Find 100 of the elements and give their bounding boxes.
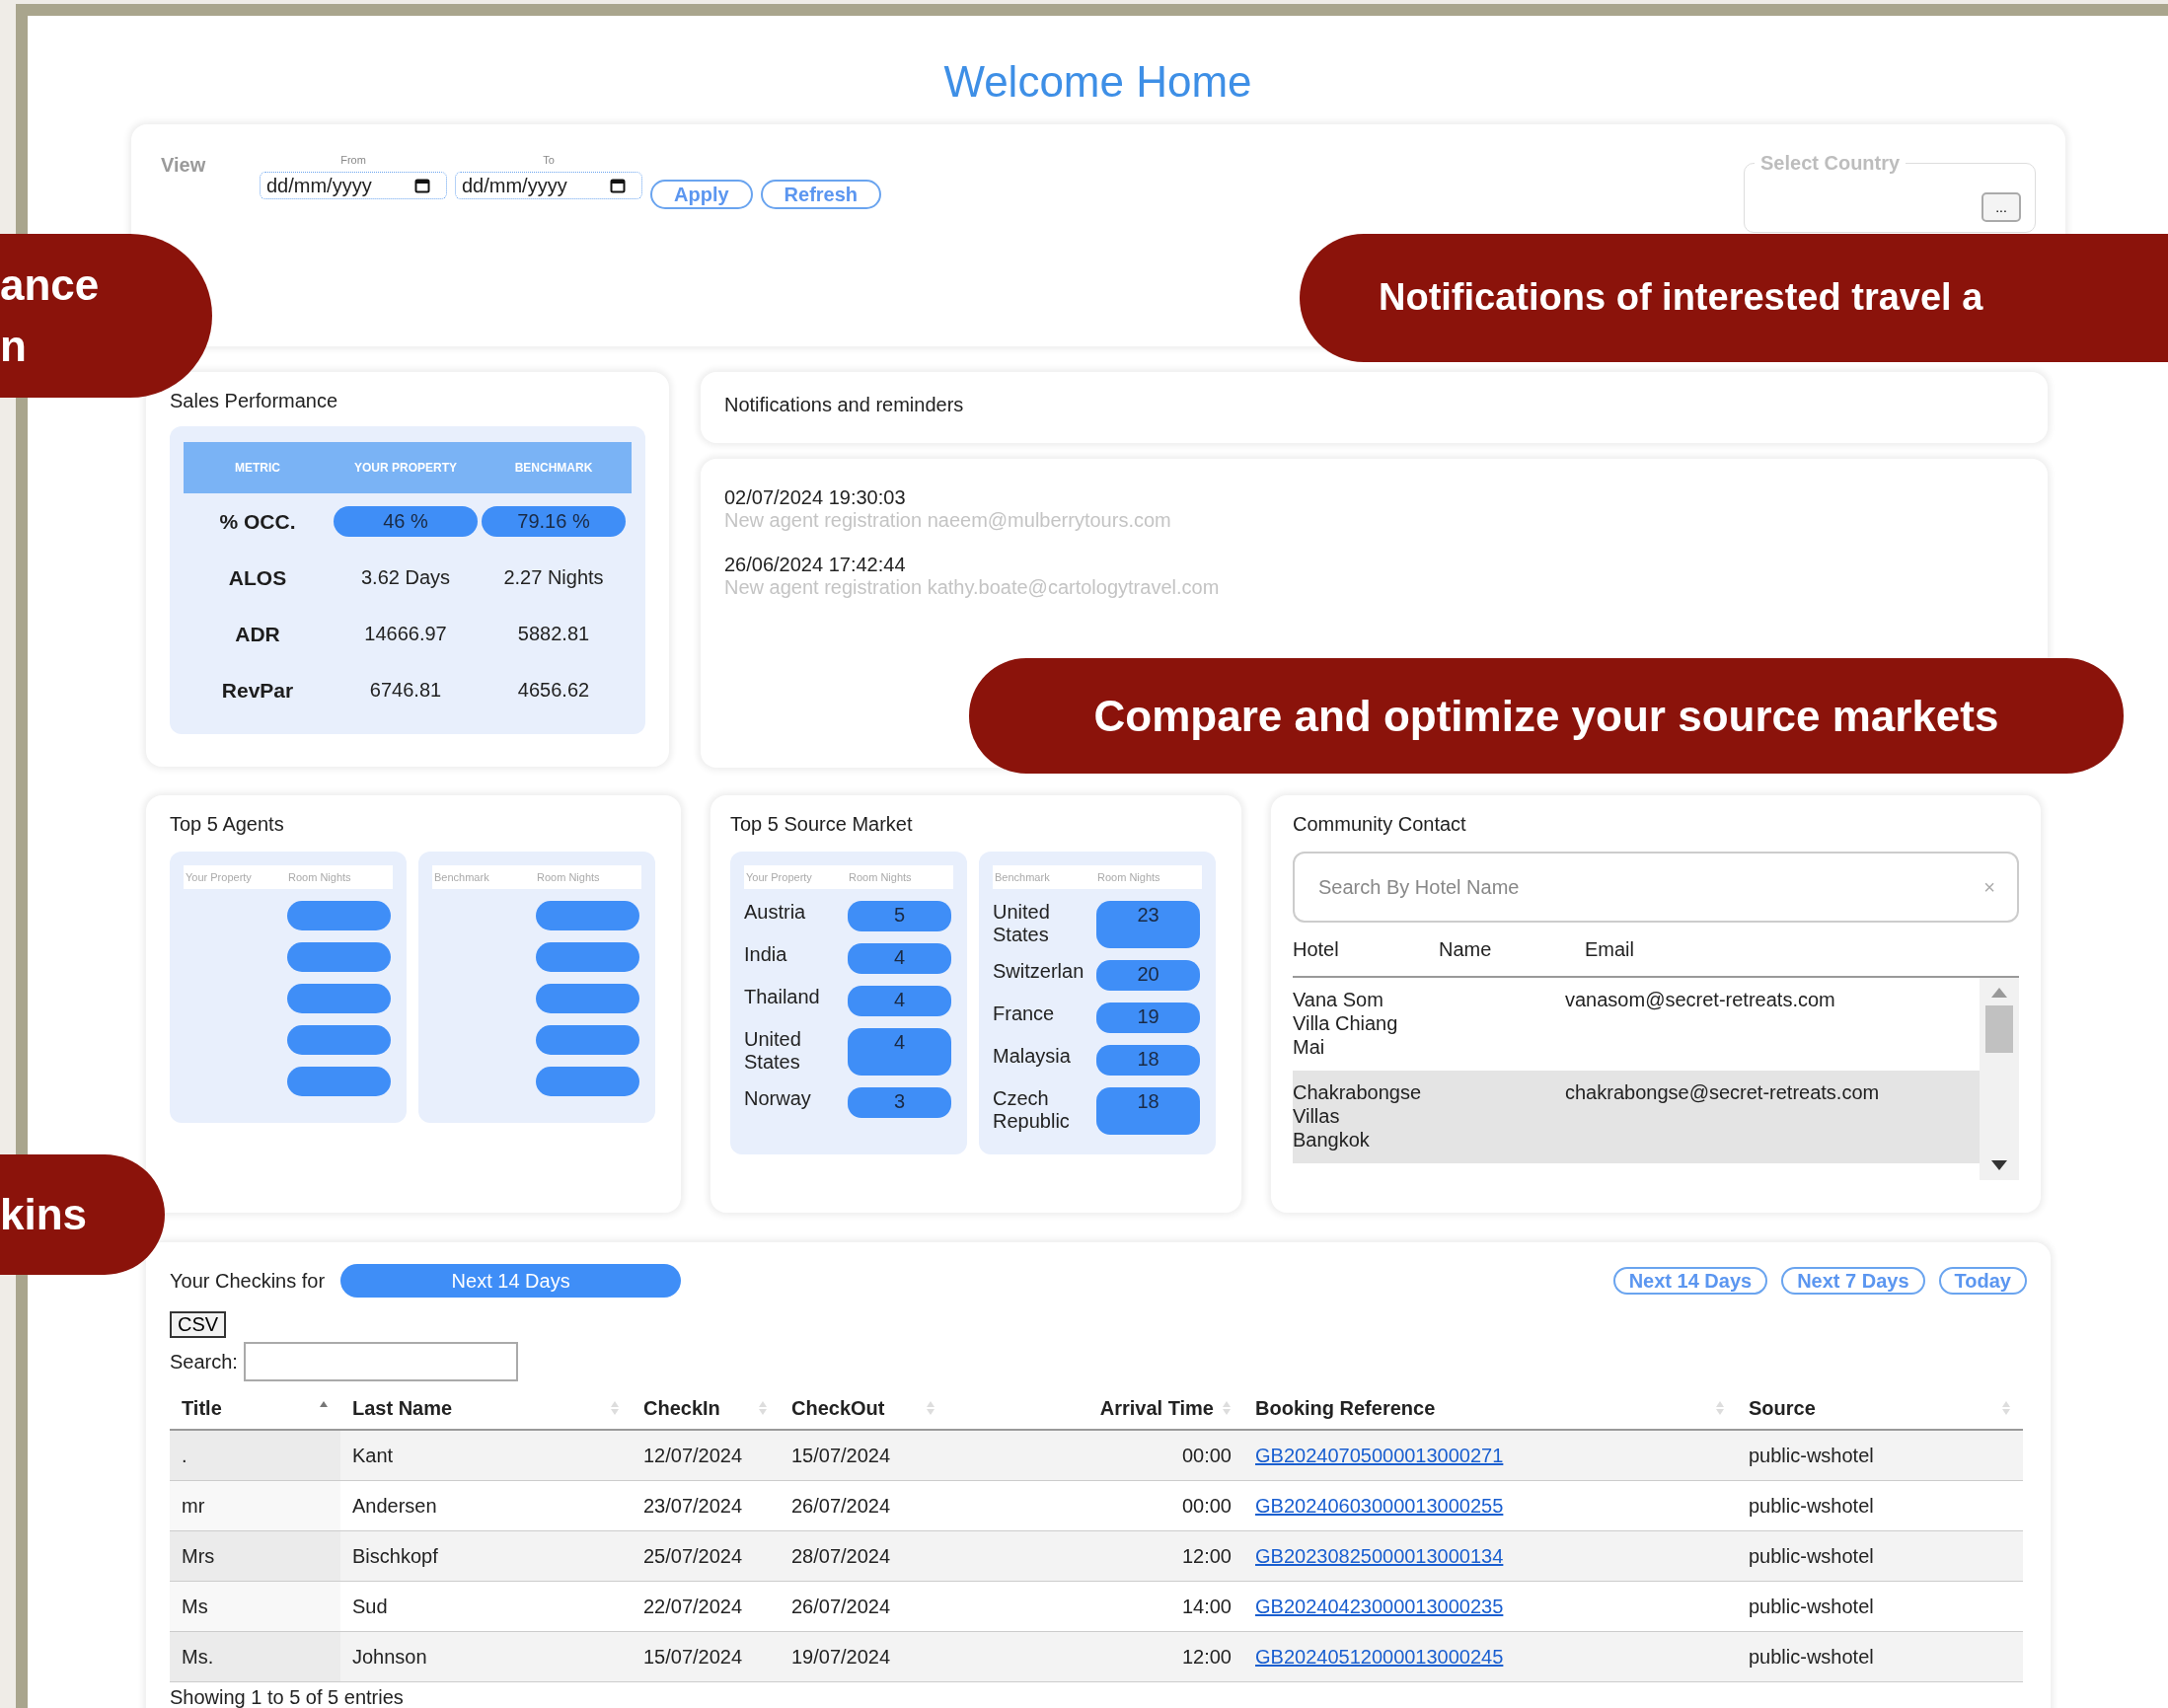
notification-text: New agent registration kathy.boate@cartologytravel.com <box>724 576 1221 599</box>
column-header: Room Nights <box>537 871 601 883</box>
country-name: Austria <box>744 901 807 924</box>
card-title: Community Contact <box>1293 813 1467 836</box>
table-cell: Mrs <box>170 1531 340 1582</box>
room-nights-value: 4 <box>848 986 951 1016</box>
metric-label: RevPar <box>220 678 295 703</box>
table-cell: 19/07/2024 <box>780 1632 947 1682</box>
callout-text: Notifications of interested travel a <box>1378 275 1983 321</box>
search-label: Search: <box>170 1350 238 1374</box>
callout-text: kins <box>0 1189 88 1241</box>
scrollbar[interactable] <box>1980 978 2019 1180</box>
table-cell: 15/07/2024 <box>632 1632 780 1682</box>
table-cell: public-wshotel <box>1737 1431 2023 1481</box>
benchmark-value: 4656.62 <box>516 679 591 702</box>
table-cell: 00:00 <box>947 1431 1243 1481</box>
column-header: Name <box>1439 937 1493 961</box>
metric-label: % OCC. <box>218 509 297 534</box>
period-badge: Next 14 Days <box>340 1264 682 1298</box>
calendar-icon[interactable] <box>414 178 430 193</box>
column-header: Hotel <box>1293 937 1340 961</box>
room-nights-value: 5 <box>848 901 951 931</box>
room-nights-value: 18 <box>1096 1087 1200 1135</box>
column-header: Your Property <box>186 871 253 883</box>
column-header: Room Nights <box>1097 871 1161 883</box>
column-header: Room Nights <box>849 871 913 883</box>
room-nights-value: 23 <box>1096 901 1200 948</box>
country-name: United States <box>744 1028 802 1074</box>
booking-link[interactable]: GB20240423000013000235 <box>1255 1595 1504 1618</box>
csv-button[interactable]: CSV <box>170 1311 227 1338</box>
table-cell: public-wshotel <box>1737 1632 2023 1682</box>
room-nights-value: 18 <box>1096 1045 1200 1076</box>
country-name: Switzerlan <box>993 960 1085 983</box>
country-name: India <box>744 943 788 966</box>
table-cell: 12:00 <box>947 1632 1243 1682</box>
card-title: Top 5 Source Market <box>730 813 914 836</box>
browse-button[interactable]: ... <box>1981 192 2021 222</box>
benchmark-value: 5882.81 <box>516 623 591 645</box>
table-cell: 12:00 <box>947 1531 1243 1582</box>
table-cell: Johnson <box>340 1632 632 1682</box>
metric-label: ALOS <box>227 565 288 590</box>
table-cell: Ms <box>170 1582 340 1632</box>
hotel-name: Chakrabongse Villas Bangkok <box>1293 1080 1419 1152</box>
table-cell: 28/07/2024 <box>780 1531 947 1582</box>
table-cell: Kant <box>340 1431 632 1481</box>
table-cell: Ms. <box>170 1632 340 1682</box>
from-label: From <box>340 154 366 166</box>
column-header: BENCHMARK <box>513 461 594 475</box>
card-title: Sales Performance <box>170 390 339 412</box>
column-header: Your Property <box>746 871 813 883</box>
column-header: Benchmark <box>434 871 490 883</box>
table-cell: 12/07/2024 <box>632 1431 780 1481</box>
to-label: To <box>543 154 555 166</box>
booking-link[interactable]: GB20240603000013000255 <box>1255 1494 1504 1518</box>
column-header: Email <box>1585 937 1635 961</box>
country-name: Thailand <box>744 986 821 1008</box>
property-value: 46 % <box>334 506 478 537</box>
table-cell: 25/07/2024 <box>632 1531 780 1582</box>
checkins-label: Your Checkins for <box>170 1269 326 1293</box>
callout-text: ance <box>0 260 100 312</box>
room-nights-value: 19 <box>1096 1003 1200 1033</box>
card-title: Notifications and reminders <box>724 394 965 416</box>
callout-text: Compare and optimize your source markets <box>1093 690 1999 742</box>
hotel-name: Vana Som Villa Chiang Mai <box>1293 988 1399 1060</box>
country-name: Norway <box>744 1087 812 1110</box>
calendar-icon[interactable] <box>610 178 626 193</box>
card-title: Top 5 Agents <box>170 813 285 836</box>
table-cell: public-wshotel <box>1737 1531 2023 1582</box>
room-nights-value: 3 <box>848 1087 951 1118</box>
notification-text: New agent registration naeem@mulberrytours.com <box>724 509 1172 532</box>
booking-link[interactable]: GB20230825000013000134 <box>1255 1544 1504 1568</box>
search-field[interactable] <box>243 1342 518 1381</box>
column-header: YOUR PROPERTY <box>353 461 458 475</box>
table-cell: Bischkopf <box>340 1531 632 1582</box>
country-name: Czech Republic <box>993 1087 1071 1133</box>
callout-text: n <box>0 321 27 372</box>
benchmark-value: 2.27 Nights <box>502 566 605 589</box>
view-label: View <box>161 154 207 178</box>
scroll-down-icon[interactable] <box>1991 1160 2007 1170</box>
contact-row[interactable]: Chakrabongse Villas Bangkok chakrabongse@secret-retreats.com <box>1293 1071 1980 1163</box>
booking-link[interactable]: GB20240512000013000245 <box>1255 1645 1504 1669</box>
room-nights-value: 4 <box>848 1028 951 1076</box>
booking-link[interactable]: GB20240705000013000271 <box>1255 1444 1504 1467</box>
property-value: 14666.97 <box>363 623 448 645</box>
column-header: Benchmark <box>995 871 1051 883</box>
country-select[interactable]: Select Country ... <box>1744 152 2036 233</box>
page-title: Welcome Home <box>942 57 1253 107</box>
table-cell: . <box>170 1431 340 1481</box>
property-value: 6746.81 <box>368 679 443 702</box>
entries-info: Showing 1 to 5 of 5 entries <box>170 1686 405 1708</box>
room-nights-value: 20 <box>1096 960 1200 991</box>
scroll-thumb[interactable] <box>1985 1005 2013 1053</box>
email-address: chakrabongse@secret-retreats.com <box>1565 1080 1881 1105</box>
column-header: Room Nights <box>288 871 352 883</box>
room-nights-value: 4 <box>848 943 951 974</box>
country-name: Malaysia <box>993 1045 1072 1068</box>
notification-time: 26/06/2024 17:42:44 <box>724 554 907 576</box>
notification-time: 02/07/2024 19:30:03 <box>724 486 907 509</box>
email-address: vanasom@secret-retreats.com <box>1565 988 1836 1012</box>
scroll-up-icon[interactable] <box>1991 988 2007 998</box>
